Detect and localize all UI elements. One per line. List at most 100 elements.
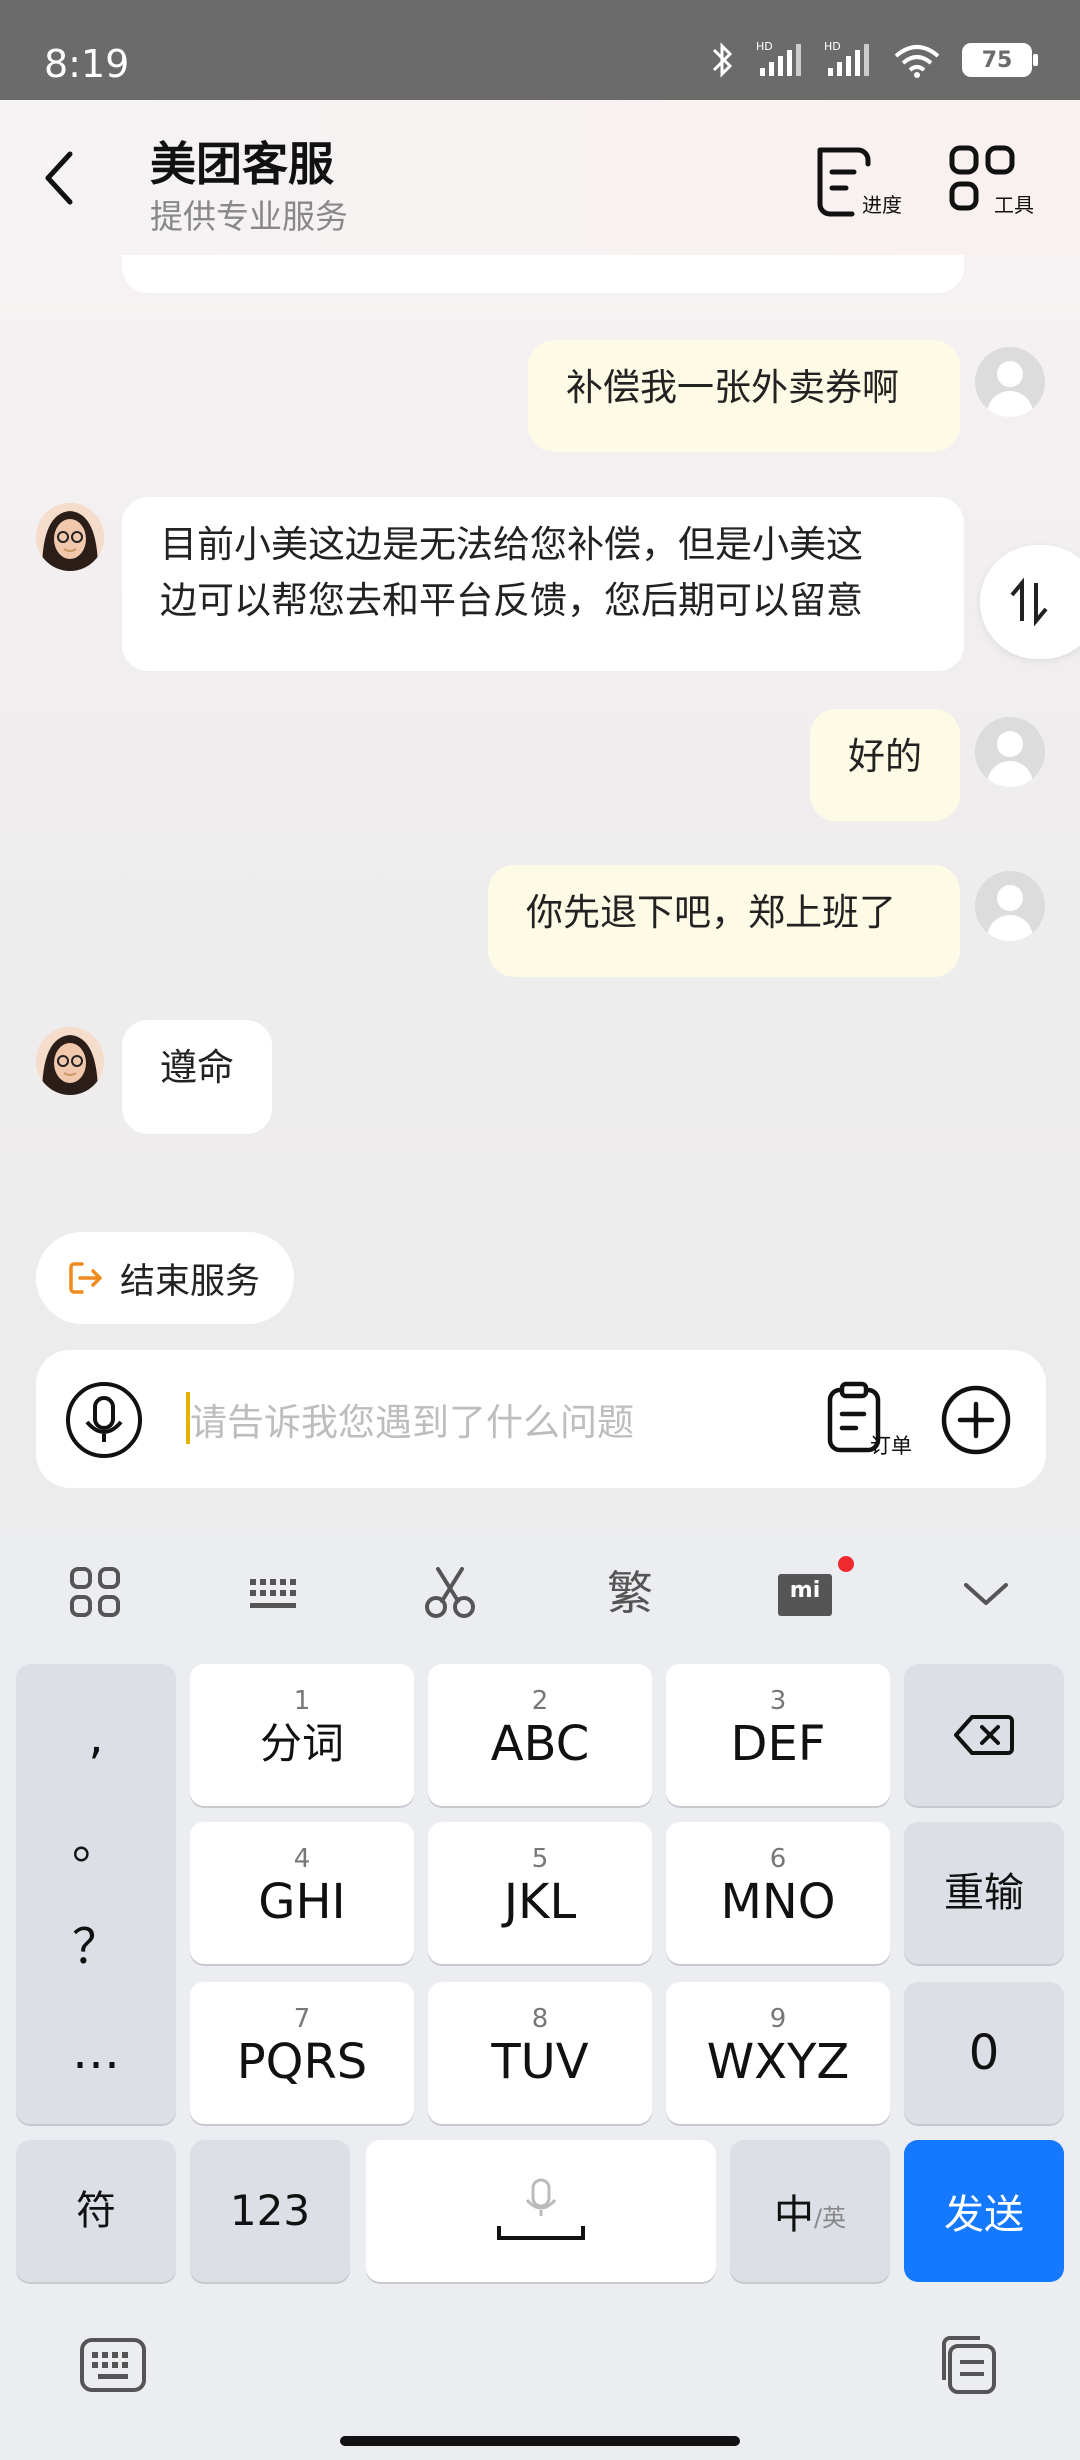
- key-label: 0: [968, 2025, 1000, 2081]
- space-key[interactable]: [366, 2140, 716, 2282]
- symbol-key[interactable]: 符: [16, 2140, 176, 2282]
- tools-button[interactable]: 工具: [944, 142, 1034, 222]
- agent-avatar: [36, 1027, 104, 1095]
- lang-sub: /英: [813, 2203, 847, 2232]
- sort-arrows-icon: [1010, 577, 1048, 627]
- message-bubble-agent: 目前小美这边是无法给您补偿，但是小美这 边可以帮您去和平台反馈，您后期可以留意: [122, 497, 964, 671]
- keyboard-icon[interactable]: [244, 1563, 304, 1623]
- message-text: 遵命: [160, 1046, 234, 1089]
- key-num: 1: [293, 1686, 311, 1716]
- user-avatar: [975, 871, 1045, 941]
- agent-face-icon: [36, 503, 104, 571]
- message-bubble-previous: [122, 255, 964, 293]
- chat-area[interactable]: 补偿我一张外卖券啊 目前小美这边是无法给您补偿，但是小美这 边可以帮您去和平台反…: [0, 255, 1080, 1530]
- message-input[interactable]: 请告诉我您遇到了什么问题: [190, 1392, 634, 1446]
- progress-button[interactable]: 进度: [812, 142, 902, 222]
- order-label: 订单: [870, 1434, 912, 1458]
- status-time: 8:19: [44, 42, 130, 86]
- key-7-pqrs[interactable]: 7 PQRS: [190, 1982, 414, 2124]
- backspace-icon: [954, 1715, 1014, 1755]
- agent-avatar: [36, 503, 104, 571]
- key-label: ABC: [490, 1716, 590, 1772]
- switch-keyboard-icon[interactable]: [78, 2334, 148, 2398]
- scissors-icon[interactable]: [420, 1563, 480, 1623]
- key-label: 分词: [259, 1719, 344, 1768]
- key-6-mno[interactable]: 6 MNO: [666, 1822, 890, 1964]
- punctuation-column[interactable]: , 。 ？ …: [16, 1664, 176, 2124]
- message-text: 补偿我一张外卖券啊: [566, 366, 899, 409]
- key-num: 7: [293, 2004, 311, 2034]
- user-avatar: [975, 717, 1045, 787]
- key-label: DEF: [730, 1716, 826, 1772]
- message-bubble-user: 你先退下吧，郑上班了: [488, 865, 960, 977]
- symbol-label: 符: [76, 2188, 116, 2234]
- message-bubble-user: 好的: [810, 709, 960, 821]
- back-arrow-icon[interactable]: [40, 148, 80, 208]
- punct-question[interactable]: ？: [72, 1918, 120, 1976]
- key-num: 4: [293, 1844, 311, 1874]
- bluetooth-icon: [712, 42, 733, 78]
- svg-text:HD: HD: [824, 40, 841, 53]
- reinput-key[interactable]: 重输: [904, 1822, 1064, 1964]
- add-circle-icon[interactable]: [940, 1384, 1012, 1456]
- key-num: 2: [531, 1686, 549, 1716]
- progress-label: 进度: [862, 193, 902, 217]
- page-title: 美团客服: [150, 137, 334, 191]
- sort-toggle-button[interactable]: [980, 545, 1080, 659]
- order-button[interactable]: 订单: [822, 1380, 912, 1462]
- message-text: 好的: [848, 735, 922, 778]
- number-key[interactable]: 123: [190, 2140, 350, 2282]
- collapse-keyboard-icon[interactable]: [956, 1563, 1016, 1623]
- key-2-abc[interactable]: 2 ABC: [428, 1664, 652, 1806]
- home-indicator[interactable]: [340, 2436, 740, 2446]
- key-label: GHI: [258, 1874, 346, 1930]
- language-switch-key[interactable]: 中/英: [730, 2140, 890, 2282]
- key-label: WXYZ: [706, 2034, 850, 2090]
- reinput-label: 重输: [944, 1870, 1024, 1916]
- mi-icon[interactable]: mi: [776, 1556, 854, 1620]
- message-bubble-user: 补偿我一张外卖券啊: [528, 340, 960, 452]
- send-key[interactable]: 发送: [904, 2140, 1064, 2282]
- battery-icon: 75: [962, 43, 1038, 77]
- clipboard-manager-icon[interactable]: [934, 2332, 1000, 2398]
- space-mic-icon: [497, 2178, 585, 2240]
- backspace-key[interactable]: [904, 1664, 1064, 1806]
- wifi-icon: [894, 45, 940, 78]
- send-label: 发送: [944, 2192, 1024, 2238]
- number-label: 123: [229, 2186, 311, 2235]
- status-icons: HD HD 75: [710, 40, 1038, 80]
- punct-period[interactable]: 。: [72, 1813, 120, 1871]
- key-label: JKL: [503, 1874, 577, 1930]
- key-label: PQRS: [236, 2034, 368, 2090]
- message-bubble-agent: 遵命: [122, 1020, 272, 1134]
- punct-comma[interactable]: ,: [88, 1708, 103, 1766]
- message-line-1: 目前小美这边是无法给您补偿，但是小美这: [160, 523, 863, 566]
- svg-text:HD: HD: [756, 40, 773, 53]
- tools-label: 工具: [994, 193, 1034, 217]
- key-num: 3: [769, 1686, 787, 1716]
- key-3-def[interactable]: 3 DEF: [666, 1664, 890, 1806]
- signal-icon: HD: [756, 40, 801, 76]
- key-8-tuv[interactable]: 8 TUV: [428, 1982, 652, 2124]
- user-avatar: [975, 347, 1045, 417]
- traditional-icon[interactable]: 繁: [600, 1563, 660, 1623]
- key-num: 9: [769, 2004, 787, 2034]
- key-0[interactable]: 0: [904, 1982, 1064, 2124]
- voice-input-icon[interactable]: [64, 1380, 144, 1460]
- agent-face-icon: [36, 1027, 104, 1095]
- key-num: 8: [531, 2004, 549, 2034]
- message-text: 你先退下吧，郑上班了: [526, 891, 896, 934]
- key-9-wxyz[interactable]: 9 WXYZ: [666, 1982, 890, 2124]
- battery-level: 75: [981, 47, 1013, 73]
- key-5-jkl[interactable]: 5 JKL: [428, 1822, 652, 1964]
- key-num: 6: [769, 1844, 787, 1874]
- key-1-fenci[interactable]: 1 分词: [190, 1664, 414, 1806]
- key-num: 5: [531, 1844, 549, 1874]
- signal-2-icon: HD: [824, 40, 869, 76]
- end-service-button[interactable]: 结束服务: [36, 1232, 294, 1324]
- punct-ellipsis[interactable]: …: [72, 2023, 120, 2081]
- key-4-ghi[interactable]: 4 GHI: [190, 1822, 414, 1964]
- grid-icon[interactable]: [66, 1563, 126, 1623]
- end-service-label: 结束服务: [120, 1261, 261, 1302]
- message-line-2: 边可以帮您去和平台反馈，您后期可以留意: [160, 579, 863, 622]
